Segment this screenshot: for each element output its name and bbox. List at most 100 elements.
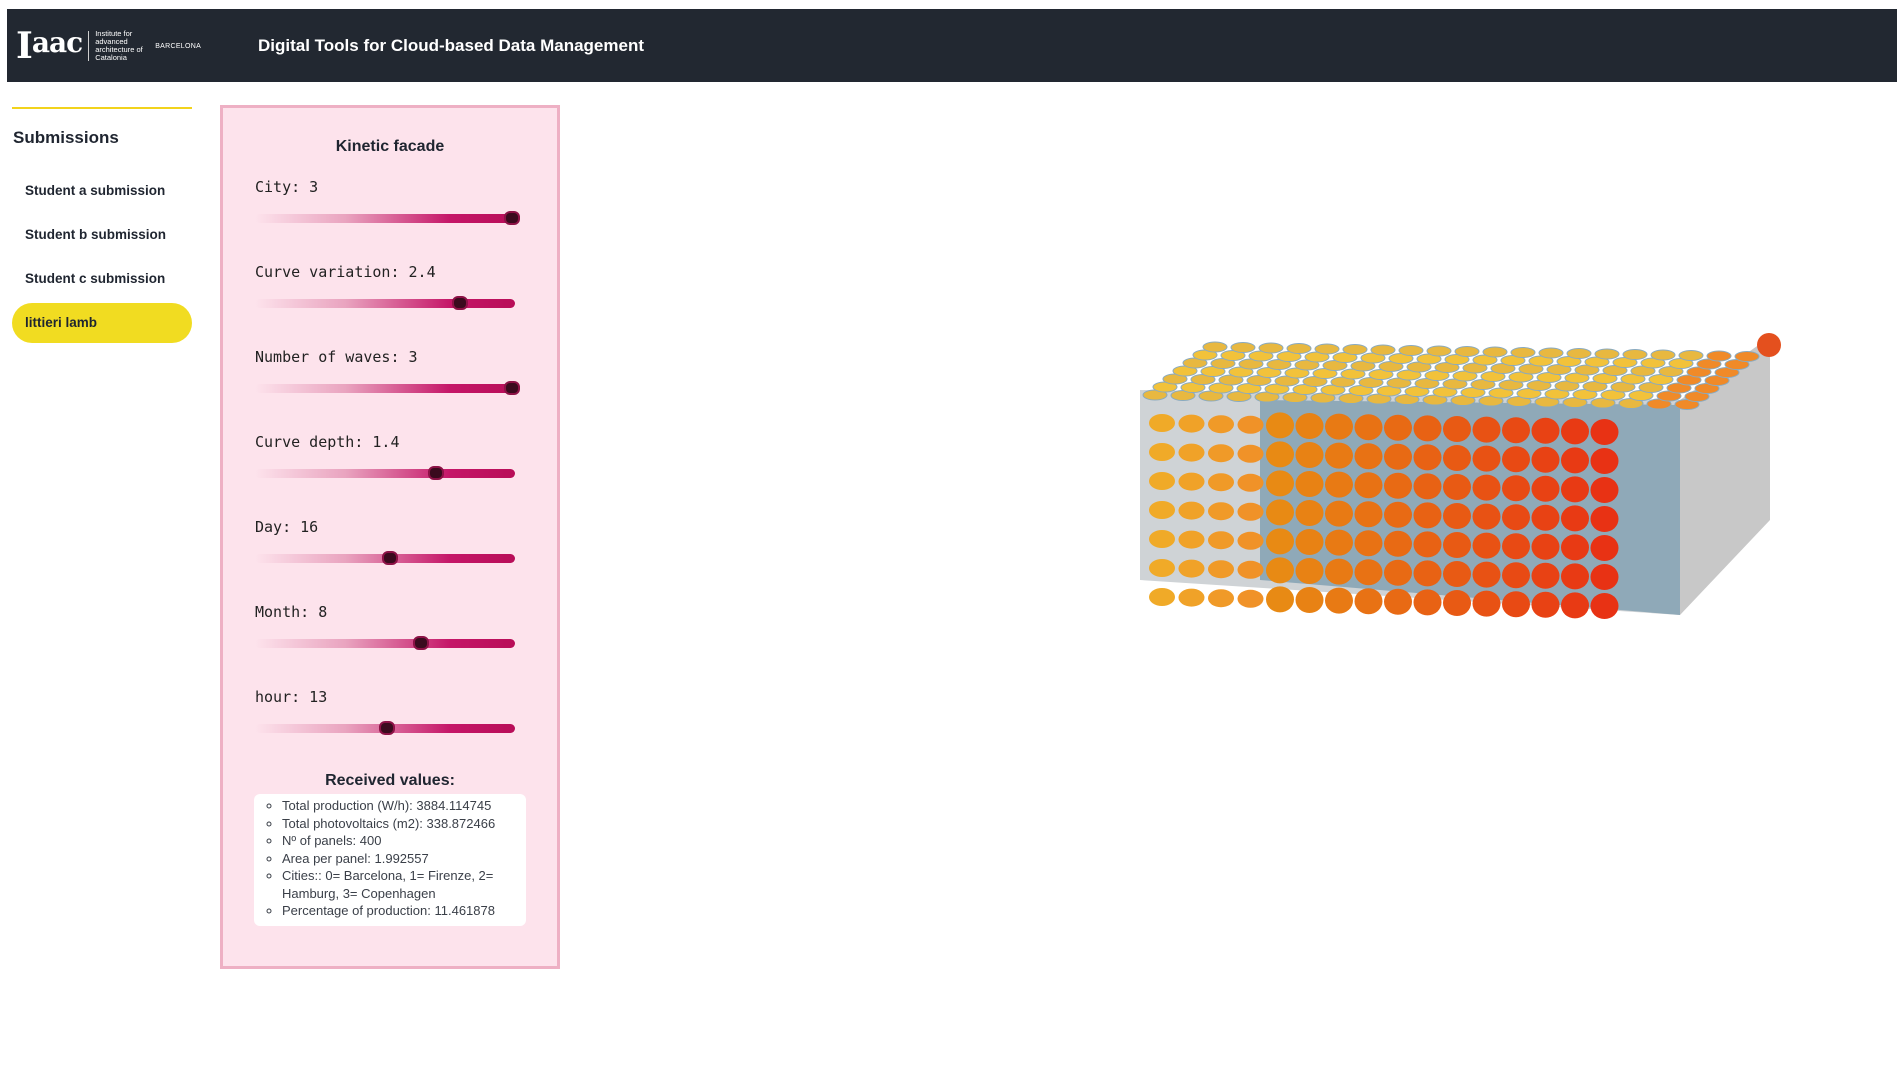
slider-track[interactable] (255, 384, 515, 393)
roof-panel (1454, 346, 1480, 357)
facade-panel (1295, 558, 1324, 584)
facade-panel (1149, 472, 1175, 490)
facade-panel (1354, 414, 1383, 441)
facade-panel (1561, 592, 1589, 619)
facade-panel (1384, 472, 1412, 499)
facade-panel (1237, 589, 1264, 608)
facade-panel (1590, 593, 1619, 619)
facade-panel (1354, 443, 1383, 470)
facade-panel (1149, 530, 1175, 548)
facade-panel (1208, 415, 1234, 434)
slider-thumb[interactable] (381, 551, 398, 565)
logo-mark: Iaac (16, 25, 83, 67)
sidebar-item-littieri-lamb[interactable]: littieri lamb (12, 303, 192, 343)
facade-panel (1325, 442, 1353, 469)
received-values-list: Total production (W/h): 3884.114745 Tota… (254, 797, 526, 920)
iaac-logo: Iaac Institute for advanced architecture… (16, 21, 201, 71)
slider-track[interactable] (255, 469, 515, 478)
facade-panel (1237, 560, 1264, 579)
slider-month: Month: 8 (255, 603, 515, 650)
slider-thumb[interactable] (451, 296, 468, 310)
slider-hour: hour: 13 (255, 688, 515, 735)
facade-panel (1384, 588, 1412, 615)
facade-panel (1590, 564, 1619, 590)
facade-panel (1178, 472, 1205, 491)
facade-panel (1237, 502, 1264, 521)
facade-panel (1237, 415, 1264, 434)
submissions-sidebar: Submissions Student a submission Student… (12, 107, 192, 347)
facade-panel (1354, 472, 1383, 499)
facade-panel (1149, 414, 1175, 432)
roof-panel (1538, 347, 1564, 359)
facade-panel (1590, 506, 1619, 532)
3d-viewport[interactable] (1090, 325, 1790, 745)
roof-panel (1706, 350, 1732, 362)
facade-panel (1384, 559, 1412, 586)
facade-panel (1413, 473, 1442, 500)
facade-panel (1472, 590, 1501, 617)
facade-panel (1502, 533, 1530, 560)
roof-panel (1594, 348, 1620, 360)
facade-panel (1266, 499, 1294, 526)
facade-panel (1208, 502, 1234, 521)
slider-thumb[interactable] (412, 636, 429, 650)
received-cities-legend: Cities:: 0= Barcelona, 1= Firenze, 2= Ha… (282, 867, 526, 902)
slider-thumb[interactable] (503, 211, 520, 225)
sidebar-item-student-c[interactable]: Student c submission (12, 259, 192, 299)
facade-panel (1561, 418, 1589, 445)
facade-panel (1178, 414, 1205, 433)
slider-label: hour: 13 (255, 688, 328, 706)
facade-panel (1178, 530, 1205, 549)
facade-panel (1443, 561, 1471, 587)
roof-panel (1202, 341, 1228, 353)
slider-track[interactable] (255, 214, 515, 223)
sidebar-item-student-a[interactable]: Student a submission (12, 171, 192, 211)
sidebar-item-student-b[interactable]: Student b submission (12, 215, 192, 255)
slider-day: Day: 16 (255, 518, 515, 565)
slider-curve-depth: Curve depth: 1.4 (255, 433, 515, 480)
slider-thumb[interactable] (503, 381, 520, 395)
slider-track[interactable] (255, 639, 515, 648)
facade-panel (1443, 445, 1471, 471)
facade-panel (1413, 531, 1442, 558)
slider-thumb[interactable] (379, 721, 395, 735)
facade-panel (1531, 562, 1560, 589)
slider-label: Curve depth: 1.4 (255, 433, 400, 451)
facade-panel (1472, 416, 1501, 443)
facade-panel (1384, 443, 1412, 470)
facade-panel (1354, 588, 1383, 615)
facade-panel (1472, 503, 1501, 530)
controls-panel: Kinetic facade City: 3 Curve variation: … (220, 105, 560, 969)
facade-panel (1325, 529, 1353, 556)
facade-panel (1295, 500, 1324, 526)
roof-panel (1314, 343, 1340, 355)
facade-panel (1472, 561, 1501, 588)
facade-panel (1149, 501, 1175, 519)
slider-track[interactable] (255, 299, 515, 308)
app-header: Iaac Institute for advanced architecture… (7, 9, 1897, 82)
facade-panel (1590, 535, 1619, 561)
slider-label: City: 3 (255, 178, 319, 196)
facade-model-render[interactable] (1090, 325, 1790, 745)
facade-panel (1413, 589, 1442, 616)
facade-panel (1208, 589, 1234, 608)
facade-panel (1266, 470, 1294, 497)
facade-panel (1443, 532, 1471, 558)
roof-panel (1622, 349, 1648, 360)
slider-curve-variation: Curve variation: 2.4 (255, 263, 515, 310)
facade-panel (1178, 443, 1205, 462)
slider-thumb[interactable] (428, 466, 445, 480)
roof-panel (1734, 351, 1760, 362)
facade-panel (1208, 560, 1234, 579)
facade-panel (1531, 591, 1560, 618)
slider-label: Month: 8 (255, 603, 328, 621)
roof-panel (1230, 342, 1256, 353)
facade-panel (1502, 504, 1530, 531)
facade-panel (1325, 558, 1353, 585)
roof-panel (1426, 345, 1452, 357)
facade-panel (1443, 590, 1471, 616)
facade-panel (1295, 442, 1324, 468)
facade-panel (1531, 417, 1560, 444)
facade-panel (1590, 477, 1619, 503)
roof-panel (1286, 343, 1312, 354)
